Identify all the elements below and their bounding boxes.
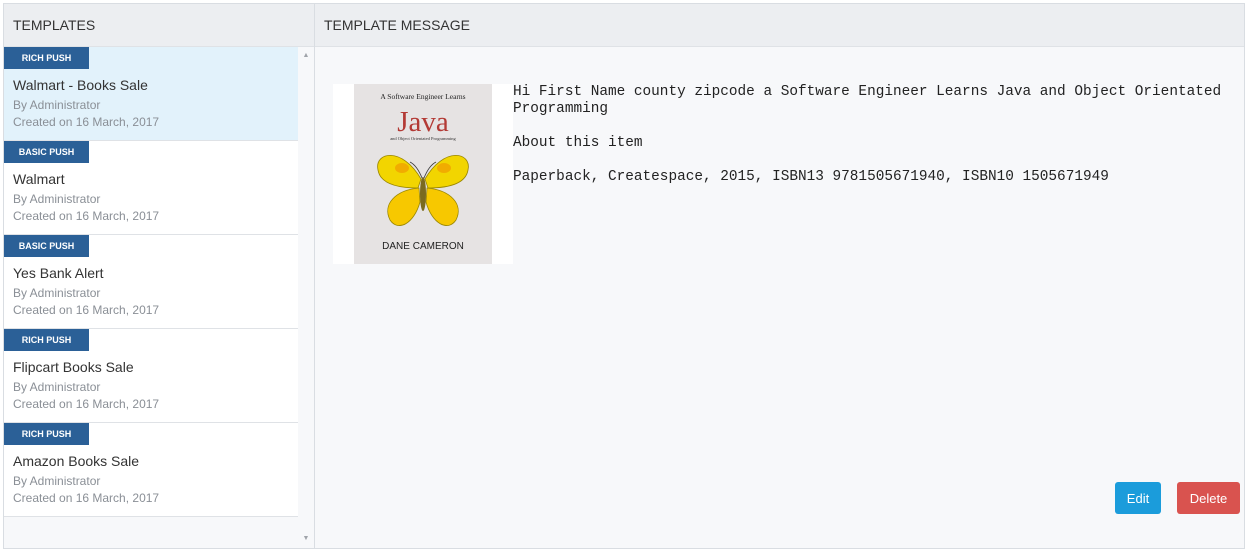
message-about-line: About this item	[513, 135, 643, 151]
template-item-yes-bank-alert[interactable]: BASIC PUSH Yes Bank Alert By Administrat…	[4, 235, 298, 329]
butterfly-icon	[377, 154, 469, 226]
templates-header: TEMPLATES	[4, 4, 314, 47]
template-date: Created on 16 March, 2017	[13, 209, 160, 223]
scroll-down-arrow-icon[interactable]: ▼	[298, 532, 314, 546]
template-author: By Administrator	[13, 286, 101, 300]
book-cover: A Software Engineer Learns Java and Obje…	[354, 84, 492, 264]
template-type-badge: BASIC PUSH	[4, 141, 89, 163]
template-date: Created on 16 March, 2017	[13, 491, 160, 505]
template-author: By Administrator	[13, 380, 101, 394]
template-author: By Administrator	[13, 474, 101, 488]
template-item-flipcart-books-sale[interactable]: RICH PUSH Flipcart Books Sale By Adminis…	[4, 329, 298, 423]
butterfly-illustration: A Software Engineer Learns Java and Obje…	[377, 92, 469, 252]
template-item-amazon-books-sale[interactable]: RICH PUSH Amazon Books Sale By Administr…	[4, 423, 298, 517]
templates-scrollbar[interactable]: ▲ ▼	[298, 47, 314, 548]
template-message-pane: TEMPLATE MESSAGE A Software Engineer Lea…	[315, 4, 1244, 548]
template-date: Created on 16 March, 2017	[13, 397, 160, 411]
edit-button[interactable]: Edit	[1115, 482, 1161, 514]
template-item-walmart[interactable]: BASIC PUSH Walmart By Administrator Crea…	[4, 141, 298, 235]
template-title: Yes Bank Alert	[13, 265, 104, 281]
book-cover-subtitle: and Object Orientated Programming	[390, 136, 456, 141]
template-title: Amazon Books Sale	[13, 453, 140, 469]
message-greeting-line: Hi First Name county zipcode a Software …	[513, 84, 1222, 117]
book-cover-image: A Software Engineer Learns Java and Obje…	[333, 84, 513, 264]
delete-button[interactable]: Delete	[1177, 482, 1240, 514]
book-cover-author: DANE CAMERON	[382, 241, 464, 252]
template-date: Created on 16 March, 2017	[13, 115, 160, 129]
template-message-text: Hi First Name county zipcode a Software …	[513, 84, 1228, 203]
template-title: Walmart	[13, 171, 65, 187]
template-author: By Administrator	[13, 98, 101, 112]
template-type-badge: BASIC PUSH	[4, 235, 89, 257]
template-author: By Administrator	[13, 192, 101, 206]
template-type-badge: RICH PUSH	[4, 329, 89, 351]
book-cover-top-text: A Software Engineer Learns	[380, 92, 465, 101]
scroll-up-arrow-icon[interactable]: ▲	[298, 49, 314, 63]
templates-pane: TEMPLATES RICH PUSH Walmart - Books Sale…	[4, 4, 315, 548]
template-item-walmart-books-sale[interactable]: RICH PUSH Walmart - Books Sale By Admini…	[4, 47, 298, 141]
template-message-body: A Software Engineer Learns Java and Obje…	[315, 47, 1244, 548]
template-title: Walmart - Books Sale	[13, 77, 148, 93]
template-manager: TEMPLATES RICH PUSH Walmart - Books Sale…	[3, 3, 1245, 549]
template-message-header: TEMPLATE MESSAGE	[315, 4, 1244, 47]
template-date: Created on 16 March, 2017	[13, 303, 160, 317]
book-cover-title: Java	[397, 106, 449, 138]
template-type-badge: RICH PUSH	[4, 47, 89, 69]
templates-list-container: RICH PUSH Walmart - Books Sale By Admini…	[4, 47, 314, 548]
message-details-line: Paperback, Createspace, 2015, ISBN13 978…	[513, 169, 1109, 185]
template-title: Flipcart Books Sale	[13, 359, 134, 375]
template-type-badge: RICH PUSH	[4, 423, 89, 445]
templates-list: RICH PUSH Walmart - Books Sale By Admini…	[4, 47, 298, 517]
